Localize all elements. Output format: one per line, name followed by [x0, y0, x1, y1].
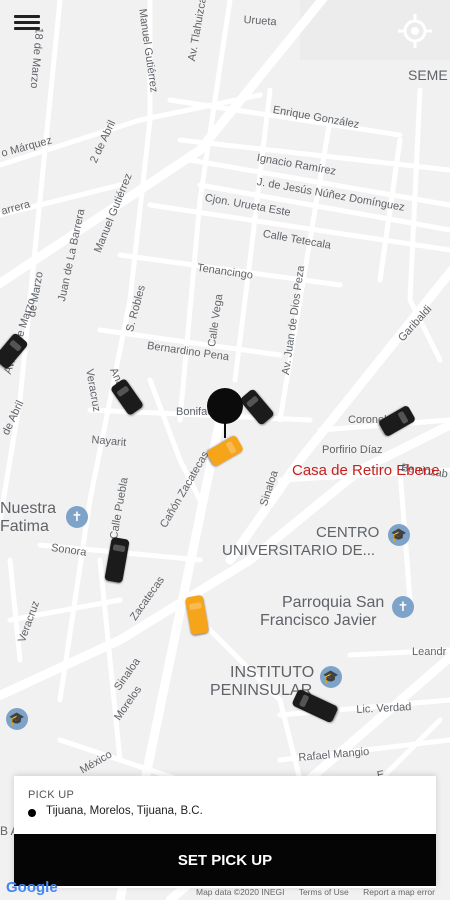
report-map-error-link[interactable]: Report a map error: [363, 887, 435, 897]
menu-button[interactable]: [14, 12, 40, 34]
pickup-dot-icon: [28, 809, 36, 817]
school-icon: 🎓: [320, 666, 342, 688]
poi-centro-line1[interactable]: CENTRO: [316, 524, 379, 542]
pickup-address[interactable]: Tijuana, Morelos, Tijuana, B.C.: [46, 805, 203, 817]
poi-instituto-line1[interactable]: INSTITUTO: [230, 664, 314, 682]
poi-casa-de-retiro[interactable]: Casa de Retiro Ebene: [292, 462, 440, 480]
my-location-button[interactable]: [396, 12, 434, 50]
street-label: Leandr: [412, 646, 447, 658]
poi-seme[interactable]: SEME: [408, 66, 448, 84]
school-icon: 🎓: [388, 524, 410, 546]
set-pickup-button[interactable]: SET PICK UP: [14, 834, 436, 886]
hamburger-icon: [14, 15, 40, 18]
poi-nuestra-fatima-line2[interactable]: Fatima: [0, 518, 49, 536]
google-logo-text: Google: [6, 879, 58, 896]
pickup-pin-icon[interactable]: [207, 388, 243, 424]
my-location-icon: [398, 14, 432, 48]
school-icon: 🎓: [6, 708, 28, 730]
church-icon: ✝: [66, 506, 88, 528]
pickup-panel: PICK UP Tijuana, Morelos, Tijuana, B.C. …: [14, 776, 436, 888]
poi-parroquia-line1[interactable]: Parroquia San: [282, 594, 384, 612]
map-data-text: Map data ©2020 INEGI: [196, 887, 285, 897]
street-label: Urueta: [243, 14, 277, 29]
church-icon: ✝: [392, 596, 414, 618]
poi-parroquia-line2[interactable]: Francisco Javier: [260, 612, 376, 630]
poi-nuestra-fatima-line1[interactable]: Nuestra: [0, 500, 56, 518]
poi-centro-line2[interactable]: UNIVERSITARIO DE...: [222, 542, 375, 560]
terms-link[interactable]: Terms of Use: [299, 887, 349, 897]
map-attribution: Map data ©2020 INEGI Terms of Use Report…: [196, 887, 447, 897]
pickup-label: PICK UP: [28, 789, 75, 801]
street-label: Porfirio Díaz: [322, 444, 383, 456]
app-screen: Urueta Av. Tlahuizcalpan Manuel Gutiérre…: [0, 0, 450, 900]
google-logo: Google: [6, 879, 58, 896]
